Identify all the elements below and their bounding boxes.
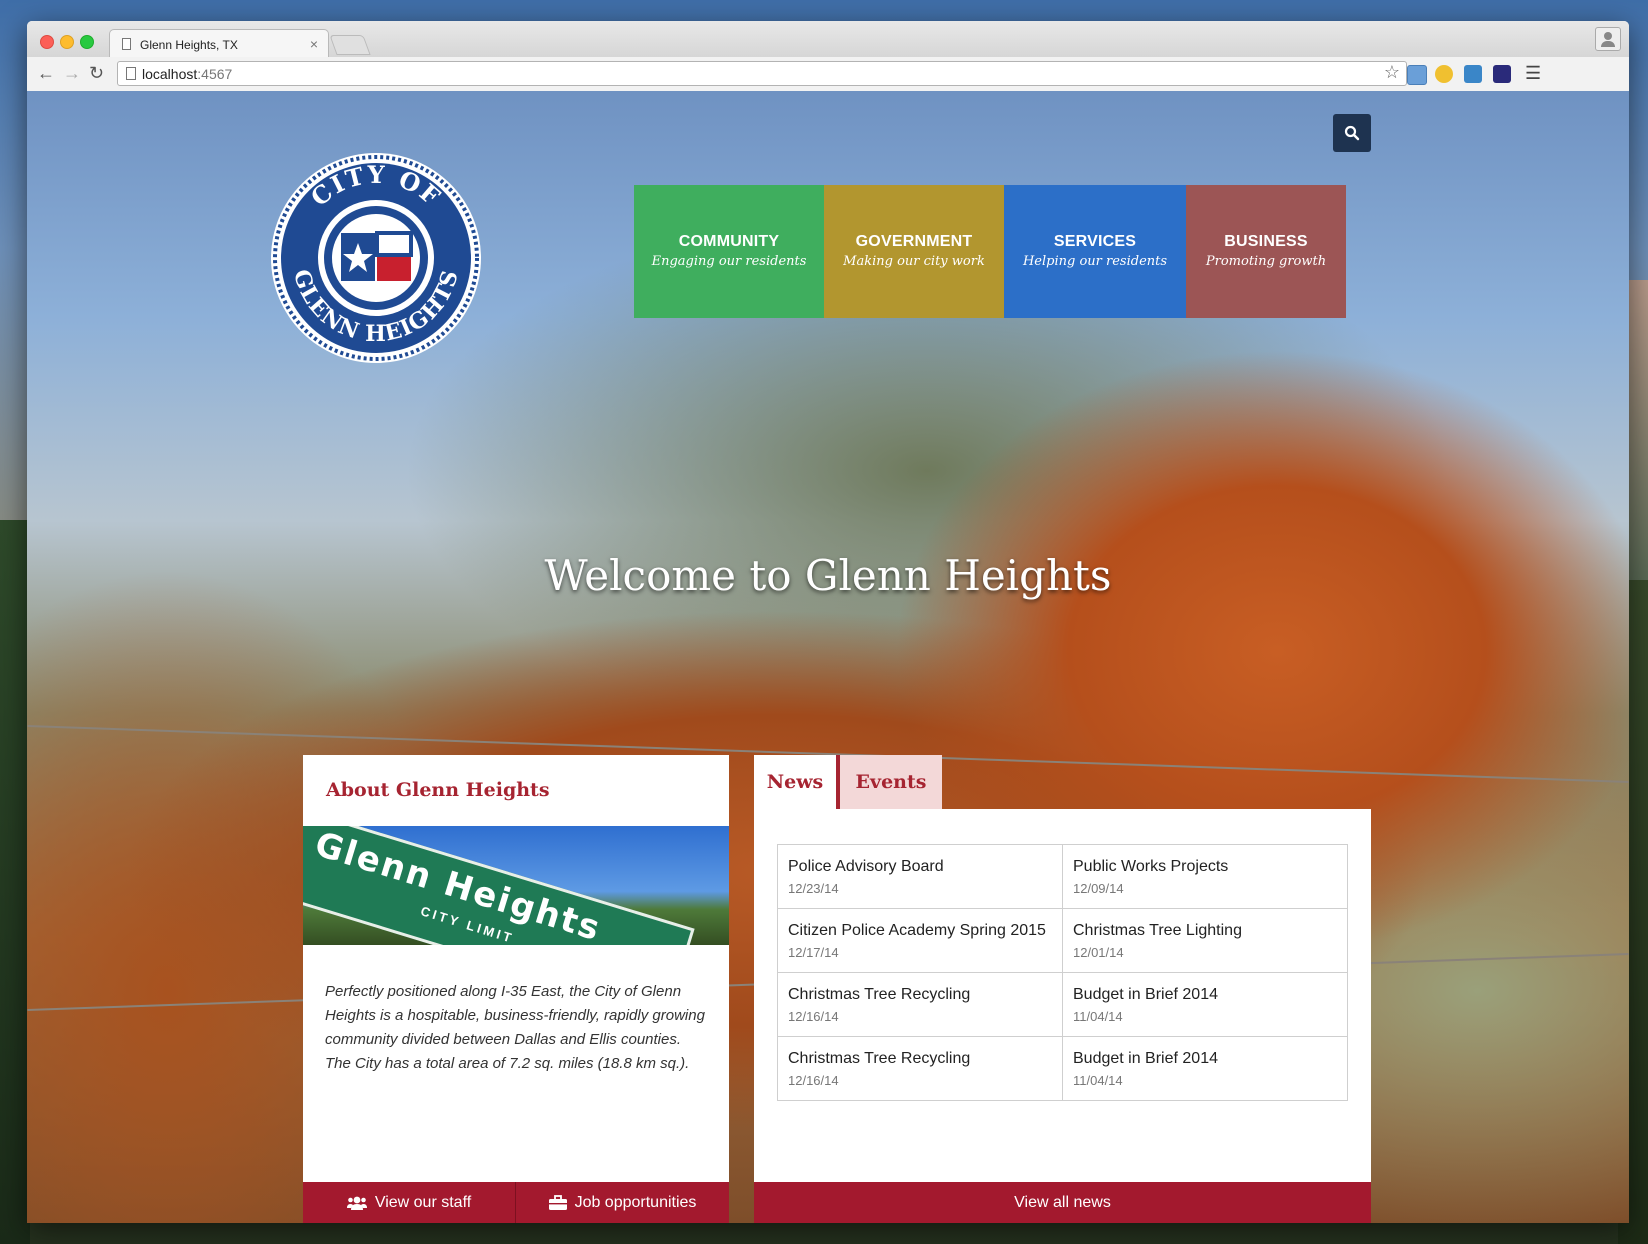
news-item-date: 12/23/14	[788, 881, 839, 896]
tab-events[interactable]: Events	[840, 755, 942, 809]
close-window-button[interactable]	[40, 35, 54, 49]
minimize-window-button[interactable]	[60, 35, 74, 49]
news-item-date: 12/16/14	[788, 1009, 839, 1024]
table-row: Christmas Tree Recycling 12/16/14 Budget…	[777, 972, 1348, 1037]
city-seal-logo[interactable]: CITY OF GLENN HEIGHTS	[269, 151, 483, 365]
browser-tab[interactable]: Glenn Heights, TX ×	[109, 29, 329, 57]
primary-nav: COMMUNITY Engaging our residents GOVERNM…	[634, 185, 1346, 318]
extension-icon[interactable]	[1493, 65, 1511, 83]
nav-tile-title: COMMUNITY	[678, 233, 780, 250]
nav-tile-subtitle: Helping our residents	[1022, 254, 1168, 269]
tab-strip: Glenn Heights, TX ×	[27, 21, 1629, 57]
desktop-background-trees-left	[0, 520, 30, 1244]
menu-icon[interactable]: ☰	[1525, 63, 1541, 84]
news-item-title: Budget in Brief 2014	[1073, 986, 1218, 1003]
city-limit-sign-image: Glenn Heights CITY LIMIT	[303, 826, 729, 945]
city-limit-sign: Glenn Heights CITY LIMIT	[303, 826, 695, 945]
briefcase-icon	[548, 1194, 567, 1210]
news-item-date: 11/04/14	[1073, 1009, 1123, 1024]
news-item[interactable]: Christmas Tree Recycling 12/16/14	[777, 972, 1063, 1037]
job-opportunities-label: Job opportunities	[574, 1193, 697, 1211]
nav-tile-business[interactable]: BUSINESS Promoting growth	[1186, 185, 1346, 318]
page-hero: CITY OF GLENN HEIGHTS COMMUNITY Engaging…	[27, 91, 1629, 1223]
news-item[interactable]: Budget in Brief 2014 11/04/14	[1062, 972, 1348, 1037]
news-item[interactable]: Budget in Brief 2014 11/04/14	[1062, 1036, 1348, 1101]
zoom-window-button[interactable]	[80, 35, 94, 49]
reload-icon[interactable]: ↻	[89, 63, 104, 83]
news-panel: Police Advisory Board 12/23/14 Public Wo…	[754, 809, 1371, 1223]
news-item[interactable]: Christmas Tree Lighting 12/01/14	[1062, 908, 1348, 973]
news-item[interactable]: Citizen Police Academy Spring 2015 12/17…	[777, 908, 1063, 973]
nav-tile-community[interactable]: COMMUNITY Engaging our residents	[634, 185, 824, 318]
nav-tile-title: GOVERNMENT	[855, 233, 973, 250]
news-item-date: 12/17/14	[788, 945, 839, 960]
new-tab-button[interactable]	[329, 35, 371, 55]
news-item-title: Christmas Tree Recycling	[788, 1050, 971, 1067]
nav-tile-government[interactable]: GOVERNMENT Making our city work	[824, 185, 1004, 318]
nav-tile-services[interactable]: SERVICES Helping our residents	[1004, 185, 1186, 318]
about-description: Perfectly positioned along I-35 East, th…	[325, 983, 705, 1072]
table-row: Christmas Tree Recycling 12/16/14 Budget…	[777, 1036, 1348, 1101]
news-grid: Police Advisory Board 12/23/14 Public Wo…	[777, 844, 1348, 1101]
address-bar[interactable]: localhost:4567 ☆	[117, 61, 1407, 86]
extension-icon[interactable]	[1407, 65, 1427, 85]
search-icon	[1344, 125, 1360, 141]
about-actions: View our staff Job opportunities	[303, 1182, 729, 1223]
nav-tile-subtitle: Promoting growth	[1205, 254, 1327, 269]
news-item-date: 12/09/14	[1073, 881, 1124, 896]
news-item-date: 11/04/14	[1073, 1073, 1123, 1088]
tab-title: Glenn Heights, TX	[140, 38, 238, 52]
news-events-tabs: News Events	[754, 755, 942, 809]
extension-icon[interactable]	[1435, 65, 1453, 83]
tab-close-icon[interactable]: ×	[310, 36, 318, 52]
news-item-title: Budget in Brief 2014	[1073, 1050, 1218, 1067]
news-item-date: 12/01/14	[1073, 945, 1124, 960]
about-title: About Glenn Heights	[326, 779, 550, 801]
extension-icon[interactable]	[1464, 65, 1482, 83]
page-icon	[126, 67, 136, 80]
browser-window: Glenn Heights, TX × ← → ↻ localhost:4567…	[27, 21, 1629, 1223]
tab-news[interactable]: News	[754, 755, 840, 809]
hero-welcome-heading: Welcome to Glenn Heights	[544, 551, 1112, 600]
news-item-title: Police Advisory Board	[788, 858, 944, 875]
news-item-title: Public Works Projects	[1073, 858, 1229, 875]
bookmark-star-icon[interactable]: ☆	[1384, 62, 1400, 83]
nav-tile-title: SERVICES	[1053, 233, 1137, 250]
nav-tile-subtitle: Engaging our residents	[651, 254, 807, 269]
nav-tile-subtitle: Making our city work	[843, 254, 985, 269]
users-icon	[346, 1196, 367, 1210]
page-icon	[122, 38, 131, 50]
url-port: :4567	[197, 66, 233, 82]
profile-icon[interactable]	[1595, 27, 1621, 51]
news-item[interactable]: Public Works Projects 12/09/14	[1062, 844, 1348, 909]
news-item-title: Christmas Tree Recycling	[788, 986, 971, 1003]
table-row: Citizen Police Academy Spring 2015 12/17…	[777, 908, 1348, 973]
news-item-date: 12/16/14	[788, 1073, 839, 1088]
news-item-title: Christmas Tree Lighting	[1073, 922, 1242, 939]
forward-arrow-icon[interactable]: →	[63, 63, 81, 83]
back-arrow-icon[interactable]: ←	[37, 63, 55, 83]
news-item[interactable]: Christmas Tree Recycling 12/16/14	[777, 1036, 1063, 1101]
table-row: Police Advisory Board 12/23/14 Public Wo…	[777, 844, 1348, 909]
about-card: About Glenn Heights Glenn Heights CITY L…	[303, 755, 729, 1223]
view-staff-label: View our staff	[374, 1193, 472, 1211]
nav-tile-title: BUSINESS	[1224, 233, 1308, 250]
search-button[interactable]	[1333, 114, 1371, 152]
news-item[interactable]: Police Advisory Board 12/23/14	[777, 844, 1063, 909]
news-item-title: Citizen Police Academy Spring 2015	[788, 922, 1046, 939]
view-all-news-button[interactable]: View all news	[754, 1182, 1371, 1223]
job-opportunities-button[interactable]: Job opportunities	[516, 1182, 729, 1223]
view-staff-button[interactable]: View our staff	[303, 1182, 516, 1223]
browser-toolbar: ← → ↻ localhost:4567 ☆ ☰	[27, 57, 1629, 92]
url-host: localhost	[142, 66, 198, 82]
